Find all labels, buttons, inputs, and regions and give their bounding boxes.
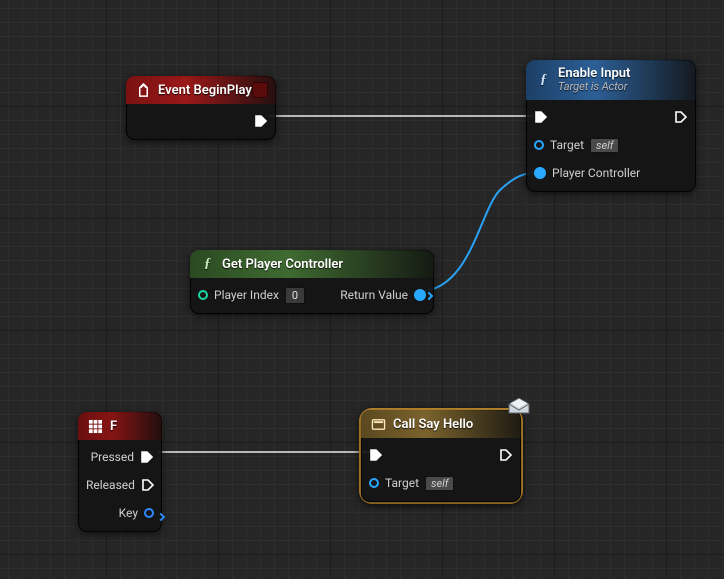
target-default[interactable]: self <box>425 476 454 491</box>
exec-out-pin[interactable] <box>499 448 513 462</box>
node-header[interactable]: Event BeginPlay <box>126 76 276 104</box>
node-header[interactable]: ƒ Get Player Controller <box>190 250 434 278</box>
node-call-say-hello[interactable]: Call Say Hello <box>361 410 521 502</box>
node-subtitle: Target is Actor <box>558 81 630 93</box>
node-title: Call Say Hello <box>393 417 473 432</box>
function-icon: ƒ <box>200 257 215 272</box>
pressed-exec-pin[interactable] <box>140 450 154 464</box>
exec-in-pin[interactable] <box>369 448 383 462</box>
target-default[interactable]: self <box>590 138 619 153</box>
player-controller-pin[interactable] <box>534 167 546 179</box>
player-index-value[interactable]: 0 <box>285 287 305 304</box>
message-icon <box>371 417 386 432</box>
envelope-icon <box>507 398 531 414</box>
pin-label-pressed: Pressed <box>91 450 134 464</box>
node-header[interactable]: Call Say Hello <box>361 410 521 438</box>
breakpoint-indicator[interactable] <box>252 82 268 98</box>
node-input-key-f[interactable]: F Pressed Released Key <box>78 412 162 532</box>
pin-label-player-controller: Player Controller <box>552 166 640 180</box>
released-exec-pin[interactable] <box>141 478 155 492</box>
key-pin[interactable] <box>144 508 154 518</box>
pin-label-return-value: Return Value <box>340 288 408 302</box>
pin-label-key: Key <box>119 506 138 520</box>
keyboard-icon <box>88 419 103 434</box>
pin-label-player-index: Player Index <box>214 288 279 302</box>
exec-out-pin[interactable] <box>254 114 268 128</box>
function-icon: ƒ <box>536 73 551 88</box>
node-event-begin-play[interactable]: Event BeginPlay <box>126 76 276 140</box>
node-header[interactable]: ƒ Enable Input Target is Actor <box>526 60 696 100</box>
exec-in-pin[interactable] <box>534 110 548 124</box>
exec-out-pin[interactable] <box>674 110 688 124</box>
node-enable-input[interactable]: ƒ Enable Input Target is Actor Target s <box>526 60 696 192</box>
player-index-pin[interactable] <box>198 290 208 300</box>
target-pin[interactable] <box>534 140 544 150</box>
pin-label-target: Target <box>550 138 584 152</box>
node-title: Get Player Controller <box>222 257 343 272</box>
node-title: Event BeginPlay <box>158 83 252 98</box>
node-title: F <box>110 419 117 434</box>
node-header[interactable]: F <box>78 412 162 440</box>
pin-label-target: Target <box>385 476 419 490</box>
node-title: Enable Input <box>558 67 630 81</box>
pin-label-released: Released <box>86 478 135 492</box>
return-value-pin[interactable] <box>414 289 426 301</box>
node-call-say-hello-wrap: Call Say Hello <box>361 410 521 502</box>
target-pin[interactable] <box>369 478 379 488</box>
event-icon <box>136 83 151 98</box>
node-get-player-controller[interactable]: ƒ Get Player Controller Player Index 0 R… <box>190 250 434 314</box>
